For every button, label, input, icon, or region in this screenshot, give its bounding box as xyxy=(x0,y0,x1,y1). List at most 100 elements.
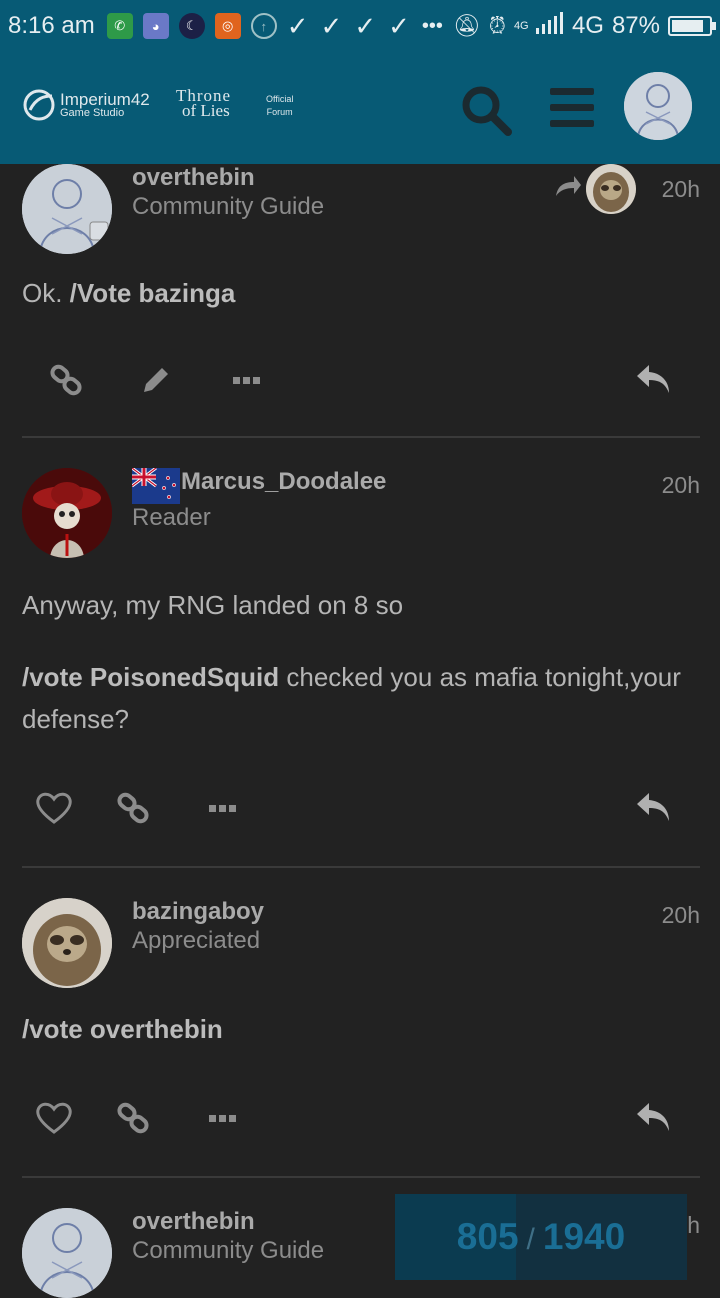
status-bar: 8:16 am ✆ ◕ ☾ ◎ ↑ ✓ ✓ ✓ ✓ ••• 🔕︎ ⏰︎ 4G 4… xyxy=(0,0,720,52)
progress-total: 1940 xyxy=(542,1216,626,1257)
reply-to-arrow-icon xyxy=(556,176,581,196)
post-avatar[interactable] xyxy=(22,468,112,558)
forum-logo-line2: of Lies xyxy=(182,101,230,121)
battery-icon xyxy=(668,16,716,36)
post-user-title: Reader xyxy=(132,504,211,531)
new-zealand-flag-icon xyxy=(131,466,180,504)
imperium42-logo-icon xyxy=(23,89,55,121)
sketch-portrait-icon xyxy=(22,164,112,254)
progress-separator: / xyxy=(526,1223,535,1256)
post-username[interactable]: Marcus_Doodalee xyxy=(181,468,386,496)
post-time[interactable]: h xyxy=(687,1212,700,1239)
copy-link-button[interactable] xyxy=(113,1098,153,1138)
check-icon: ✓ xyxy=(354,10,377,41)
reply-to-avatar[interactable] xyxy=(586,164,636,214)
post-body-paragraph: Anyway, my RNG landed on 8 so xyxy=(22,590,404,620)
signal-icon xyxy=(535,11,564,41)
link-icon xyxy=(117,792,149,824)
post-username[interactable]: overthebin xyxy=(132,164,255,192)
reply-button[interactable] xyxy=(634,360,674,400)
post-avatar[interactable] xyxy=(22,898,112,988)
check-icon: ✓ xyxy=(320,10,343,41)
official-line2: Forum xyxy=(266,106,293,117)
battery-fill xyxy=(672,20,704,32)
throne-of-lies-logo[interactable]: Throne of Lies xyxy=(176,87,231,121)
moon-icon: ☾ xyxy=(178,13,205,39)
post: overthebin Community Guide 20h Ok. /Vote… xyxy=(0,164,720,440)
post-divider xyxy=(22,436,700,438)
whatsapp-icon: ✆ xyxy=(106,13,133,39)
ellipsis-icon xyxy=(209,805,236,812)
hamburger-menu-icon[interactable] xyxy=(548,86,596,130)
ellipsis-icon xyxy=(233,377,260,384)
reply-button[interactable] xyxy=(634,788,674,828)
post-body-paragraph: /vote PoisonedSquid checked you as mafia… xyxy=(22,656,692,740)
post-username[interactable]: overthebin xyxy=(132,1208,255,1236)
site-header: Imperium42 Game Studio Throne of Lies Of… xyxy=(0,52,720,164)
check-icon: ✓ xyxy=(286,10,309,41)
search-icon[interactable] xyxy=(458,82,514,138)
network-small-label: 4G xyxy=(513,19,529,32)
progress-current: 805 xyxy=(456,1216,519,1257)
link-icon xyxy=(50,364,82,396)
sloth-portrait-icon xyxy=(586,164,636,214)
post-body: /vote overthebin xyxy=(22,1008,692,1050)
like-button[interactable] xyxy=(34,788,74,828)
studio-subtitle: Game Studio xyxy=(60,107,125,119)
topic-progress-text: 805/1940 xyxy=(457,1216,625,1258)
post-body-bold: /vote PoisonedSquid xyxy=(22,662,280,692)
sketch-portrait-icon xyxy=(624,72,692,140)
post-user-title: Community Guide xyxy=(132,193,325,220)
post: Marcus_Doodalee Reader 20h Anyway, my RN… xyxy=(0,466,720,870)
heart-icon xyxy=(36,1102,72,1134)
network-type-label: 4G xyxy=(571,12,604,39)
post-avatar[interactable] xyxy=(22,1208,112,1298)
edit-button[interactable] xyxy=(136,360,176,400)
battery-percent: 87% xyxy=(611,12,660,39)
red-character-portrait-icon xyxy=(22,468,112,558)
copy-link-button[interactable] xyxy=(113,788,153,828)
more-actions-button[interactable] xyxy=(227,360,267,400)
heart-icon xyxy=(36,792,72,824)
link-icon xyxy=(117,1102,149,1134)
reply-icon xyxy=(637,1103,669,1131)
post-body-bold: /vote overthebin xyxy=(22,1014,223,1044)
ellipsis-icon xyxy=(209,1115,236,1122)
official-line1: Official xyxy=(266,94,294,104)
post-body-text: Ok. xyxy=(22,278,70,308)
upload-icon: ↑ xyxy=(250,13,277,39)
alarm-icon: ⏰︎ xyxy=(488,13,506,38)
reply-icon xyxy=(637,365,669,393)
copy-link-button[interactable] xyxy=(46,360,86,400)
post: bazingaboy Appreciated 20h /vote overthe… xyxy=(0,898,720,1180)
imperium42-logo[interactable]: Imperium42 Game Studio xyxy=(22,88,150,122)
post-time[interactable]: 20h xyxy=(662,472,700,499)
sloth-portrait-icon xyxy=(22,898,112,988)
app-notification-icon: ◎ xyxy=(214,13,241,39)
studio-name: Imperium42 xyxy=(60,90,150,109)
sketch-portrait-icon xyxy=(22,1208,112,1298)
post-user-title: Appreciated xyxy=(132,927,261,954)
post-divider xyxy=(22,1176,700,1178)
post-username[interactable]: bazingaboy xyxy=(132,898,264,926)
post-divider xyxy=(22,866,700,868)
post-user-title: Community Guide xyxy=(132,1237,325,1264)
post-time[interactable]: 20h xyxy=(662,902,700,929)
more-actions-button[interactable] xyxy=(203,788,243,828)
post-time[interactable]: 20h xyxy=(662,176,700,203)
status-time: 8:16 am xyxy=(8,12,95,39)
current-user-avatar[interactable] xyxy=(624,72,692,140)
reply-button[interactable] xyxy=(634,1098,674,1138)
more-actions-button[interactable] xyxy=(203,1098,243,1138)
pencil-icon xyxy=(144,368,168,392)
reply-icon xyxy=(637,793,669,821)
discord-icon: ◕ xyxy=(142,13,169,39)
post-body: Ok. /Vote bazinga xyxy=(22,272,692,314)
topic-progress-indicator[interactable]: 805/1940 xyxy=(395,1194,687,1280)
more-notifications-icon: ••• xyxy=(421,14,443,37)
official-forum-label: Official Forum xyxy=(266,93,293,118)
mute-icon: 🔕︎ xyxy=(452,13,481,38)
post-avatar[interactable] xyxy=(22,164,112,254)
like-button[interactable] xyxy=(34,1098,74,1138)
post-body-bold: /Vote bazinga xyxy=(69,278,236,308)
